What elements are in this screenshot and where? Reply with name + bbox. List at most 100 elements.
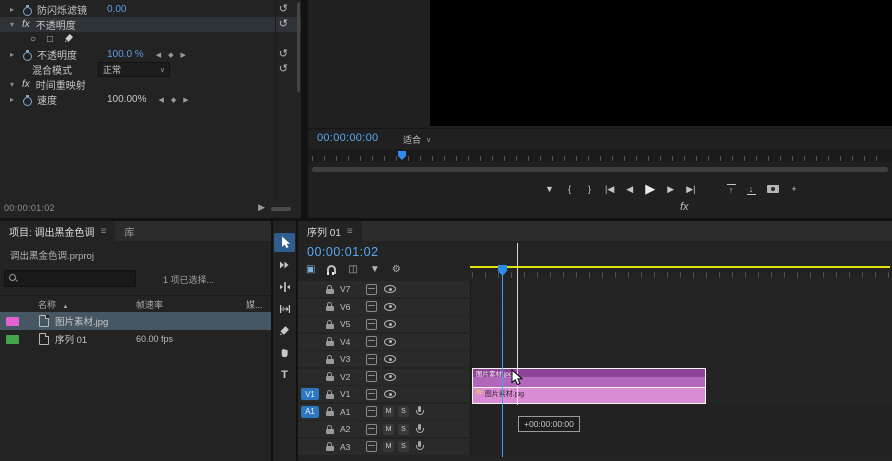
lock-icon[interactable] [326,284,334,294]
add-keyframe-icon[interactable]: ◆ [168,51,173,59]
solo-button[interactable]: S [398,406,409,417]
blend-mode-select[interactable]: 正常 ∨ [98,62,170,77]
eye-icon[interactable] [384,372,396,381]
program-zoom-scrollbar[interactable] [312,167,888,172]
prev-keyframe-icon[interactable]: ◀ [156,51,161,59]
timeline-timecode[interactable]: 00:00:01:02 [307,245,379,259]
play-button[interactable]: ▶ [645,181,655,197]
chevron-down-icon[interactable]: ▾ [10,80,22,89]
eye-icon[interactable] [384,285,396,293]
add-keyframe-icon[interactable]: ◆ [171,96,176,104]
sync-lock-icon[interactable] [366,353,377,365]
column-media[interactable]: 媒... [246,298,263,311]
sync-lock-icon[interactable] [366,301,377,312]
pen-mask-icon[interactable] [64,33,74,46]
ripple-edit-tool[interactable] [274,277,295,296]
nest-toggle-icon[interactable]: ▣ [306,264,315,275]
track-target-v7[interactable]: V7 [340,284,359,294]
lock-icon[interactable] [326,442,334,451]
track-target-v6[interactable]: V6 [340,302,359,312]
track-target-a1[interactable]: A1 [340,407,359,417]
panel-menu-icon[interactable]: ≡ [347,226,353,237]
list-item-image[interactable]: 图片素材.jpg [0,312,271,330]
lock-icon[interactable] [326,302,334,311]
go-to-in-button[interactable]: |◀ [605,184,614,195]
mic-icon[interactable] [415,406,424,417]
mark-in-button[interactable]: { [565,184,574,194]
selection-tool[interactable] [274,233,295,252]
chevron-right-icon[interactable]: ▸ [10,50,22,59]
add-marker-icon[interactable]: ▼ [370,264,380,275]
step-forward-button[interactable]: ▶ [666,184,675,195]
clip-v2[interactable]: 图片素材.jpg [473,369,705,388]
sync-lock-icon[interactable] [366,283,377,295]
mute-button[interactable]: M [383,423,394,435]
source-patch-v1[interactable]: V1 [301,388,319,400]
sync-lock-icon[interactable] [366,441,377,452]
panel-menu-icon[interactable]: ≡ [101,226,107,237]
column-framerate[interactable]: 帧速率 [136,298,163,311]
search-input[interactable] [22,272,135,285]
track-lane[interactable] [470,333,892,350]
lock-icon[interactable] [326,372,334,381]
linked-selection-icon[interactable]: ◫ [348,264,357,275]
lock-icon[interactable] [326,319,334,329]
clip-v1[interactable]: fx 图片素材.jpg [473,388,705,403]
source-patch-empty[interactable] [301,441,319,453]
mic-icon[interactable] [415,423,424,435]
column-name[interactable]: 名称 ▲ [38,298,68,311]
type-tool[interactable]: T [274,365,295,384]
track-target-v2[interactable]: V2 [340,372,359,382]
hand-tool[interactable] [274,343,295,362]
tab-sequence[interactable]: 序列 01 ≡ [298,221,362,241]
rect-mask-icon[interactable]: □ [47,34,53,45]
tab-project[interactable]: 项目: 调出黑金色调 ≡ [0,221,116,241]
selected-clip-group[interactable]: 图片素材.jpg fx 图片素材.jpg [472,368,706,404]
opacity-value[interactable]: 100.0 % [107,49,144,60]
chevron-down-icon[interactable]: ▾ [10,20,22,29]
track-target-v1[interactable]: V1 [340,389,359,399]
pen-tool[interactable] [274,321,295,340]
source-patch-empty[interactable] [301,283,319,295]
go-to-out-button[interactable]: ▶| [686,184,695,195]
track-lane[interactable] [470,351,892,367]
sync-lock-icon[interactable] [366,406,377,417]
export-frame-button[interactable] [766,185,779,193]
program-timecode[interactable]: 00:00:00:00 [317,132,378,144]
eye-icon[interactable] [384,337,396,346]
lock-icon[interactable] [326,424,334,434]
track-target-v3[interactable]: V3 [340,354,359,364]
source-patch-empty[interactable] [301,301,319,313]
reset-icon[interactable]: ↺ [279,48,288,61]
button-editor-button[interactable]: + [790,184,799,194]
eye-icon[interactable] [384,355,396,363]
mute-button[interactable]: M [383,441,394,452]
stopwatch-icon[interactable] [22,49,33,61]
timeline-playhead[interactable] [498,265,507,457]
play-icon[interactable]: ▶ [258,202,265,213]
program-time-ruler[interactable] [308,149,892,162]
track-target-v4[interactable]: V4 [340,337,359,347]
ellipse-mask-icon[interactable]: ○ [30,34,36,45]
source-patch-empty[interactable] [301,371,319,383]
sync-lock-icon[interactable] [366,336,377,347]
lock-icon[interactable] [326,389,334,399]
timeline-ruler[interactable] [470,263,892,282]
zoom-scrollbar[interactable] [271,207,291,211]
antiflicker-value[interactable]: 0.00 [107,4,126,15]
lock-icon[interactable] [326,354,334,364]
next-keyframe-icon[interactable]: ▶ [183,96,188,104]
track-lane[interactable] [470,298,892,315]
solo-button[interactable]: S [398,423,409,435]
reset-icon[interactable]: ↺ [279,18,288,31]
chevron-right-icon[interactable]: ▸ [10,5,22,14]
source-patch-empty[interactable] [301,336,319,348]
lock-icon[interactable] [326,407,334,416]
prev-keyframe-icon[interactable]: ◀ [158,96,163,104]
row-opacity-group[interactable]: ▾ fx 不透明度 ↺ [0,17,301,32]
timeline-settings-icon[interactable]: ⚙ [392,264,401,275]
mic-icon[interactable] [415,441,424,452]
search-box[interactable] [4,270,136,287]
track-target-a3[interactable]: A3 [340,442,359,452]
sync-lock-icon[interactable] [366,388,377,400]
